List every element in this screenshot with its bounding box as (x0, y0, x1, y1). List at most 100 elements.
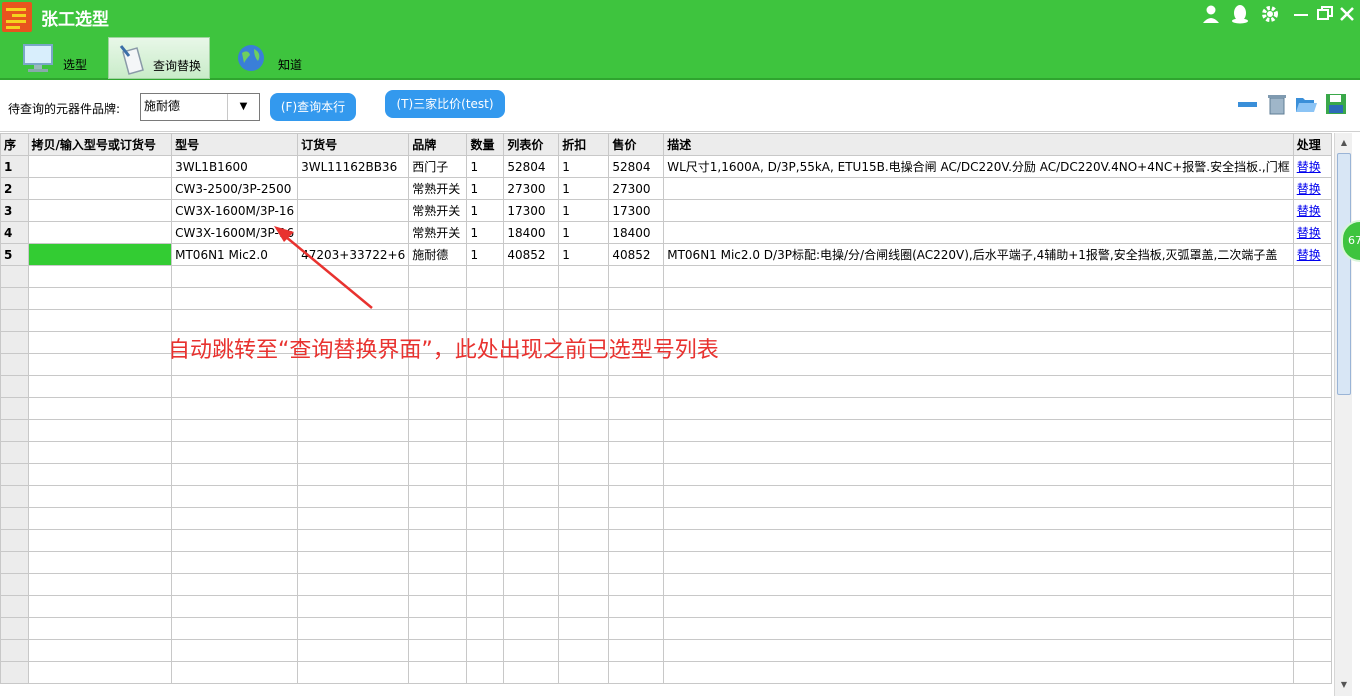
cell-description (663, 617, 1294, 640)
empty-row (0, 507, 1332, 530)
cell-brand (408, 463, 468, 486)
replace-link[interactable]: 替换 (1292, 199, 1332, 222)
cell-input[interactable] (27, 199, 173, 222)
cell-sale-price (608, 375, 665, 398)
col-header-input: 拷贝/输入型号或订货号 (27, 133, 173, 156)
cell-input[interactable] (27, 485, 173, 508)
user-icon[interactable] (1200, 4, 1222, 26)
settings-gear-icon[interactable] (1259, 4, 1281, 26)
cell-action (1292, 397, 1332, 420)
cell-order-no (297, 661, 410, 684)
table-row[interactable]: 4 CW3X-1600M/3P-16 常熟开关 1 18400 1 18400 替换 (0, 221, 1332, 244)
scroll-down-icon[interactable]: ▼ (1336, 677, 1352, 693)
grid-vertical-scrollbar[interactable]: ▲ ▼ (1334, 133, 1352, 696)
cell-input[interactable] (27, 529, 173, 552)
cell-model (171, 639, 299, 662)
cell-input[interactable] (27, 441, 173, 464)
cell-discount: 1 (558, 177, 610, 200)
cell-input[interactable] (27, 309, 173, 332)
col-header-model: 型号 (171, 133, 299, 156)
cell-input[interactable] (27, 243, 173, 266)
cell-qty (466, 419, 505, 442)
close-icon[interactable] (1336, 4, 1358, 26)
empty-row (0, 397, 1332, 420)
table-row[interactable]: 3 CW3X-1600M/3P-16 常熟开关 1 17300 1 17300 替换 (0, 199, 1332, 222)
cell-list-price (503, 551, 560, 574)
cell-qty (466, 507, 505, 530)
cell-model (171, 441, 299, 464)
cell-list-price: 52804 (503, 155, 560, 178)
cell-input[interactable] (27, 375, 173, 398)
cell-description (663, 177, 1294, 200)
minimize-icon[interactable] (1290, 4, 1312, 26)
col-header-order-no: 订货号 (297, 133, 410, 156)
cell-index: 1 (0, 155, 29, 178)
cell-input[interactable] (27, 177, 173, 200)
dropdown-arrow-icon[interactable]: ▼ (227, 94, 259, 120)
tab-selection[interactable]: 选型 (10, 37, 100, 79)
cell-input[interactable] (27, 419, 173, 442)
cell-sale-price: 27300 (608, 177, 665, 200)
tab-query-replace[interactable]: 查询替换 (108, 37, 210, 79)
replace-link[interactable]: 替换 (1292, 155, 1332, 178)
cell-model (171, 309, 299, 332)
cell-description (663, 309, 1294, 332)
cell-discount (558, 639, 610, 662)
tab-knowledge[interactable]: 知道 (222, 37, 318, 79)
qq-penguin-icon[interactable] (1229, 4, 1251, 26)
restore-icon[interactable] (1314, 4, 1336, 26)
cell-input[interactable] (27, 265, 173, 288)
scroll-up-icon[interactable]: ▲ (1336, 135, 1352, 151)
open-folder-icon[interactable] (1294, 92, 1318, 116)
cell-discount: 1 (558, 221, 610, 244)
save-icon[interactable] (1324, 92, 1348, 116)
table-row[interactable]: 1 3WL1B1600 3WL11162BB36 西门子 1 52804 1 52804 WL尺… (0, 155, 1332, 178)
cell-input[interactable] (27, 331, 173, 354)
trash-icon[interactable] (1265, 92, 1289, 116)
cell-index (0, 551, 29, 574)
cell-input[interactable] (27, 463, 173, 486)
cell-input[interactable] (27, 397, 173, 420)
cell-list-price: 40852 (503, 243, 560, 266)
query-row-button[interactable]: (F)查询本行 (270, 93, 356, 121)
cell-input[interactable] (27, 507, 173, 530)
cell-action (1292, 265, 1332, 288)
globe-icon (238, 45, 264, 71)
cell-input[interactable] (27, 661, 173, 684)
table-row[interactable]: 2 CW3-2500/3P-2500 常熟开关 1 27300 1 27300 替换 (0, 177, 1332, 200)
cell-brand: 施耐德 (408, 243, 468, 266)
cell-input[interactable] (27, 155, 173, 178)
cell-order-no (297, 529, 410, 552)
cell-list-price (503, 507, 560, 530)
cell-qty (466, 287, 505, 310)
cell-brand (408, 507, 468, 530)
cell-qty (466, 485, 505, 508)
replace-link[interactable]: 替换 (1292, 177, 1332, 200)
compare-prices-button[interactable]: (T)三家比价(test) (385, 90, 505, 118)
remove-row-icon[interactable] (1236, 92, 1260, 116)
app-title: 张工选型 (41, 10, 109, 30)
cell-model (171, 397, 299, 420)
cell-discount (558, 441, 610, 464)
cell-input[interactable] (27, 595, 173, 618)
brand-select[interactable]: 施耐德 ▼ (140, 93, 260, 121)
cell-input[interactable] (27, 221, 173, 244)
cell-action (1292, 353, 1332, 376)
cell-input[interactable] (27, 617, 173, 640)
cell-description (663, 551, 1294, 574)
cell-input[interactable] (27, 287, 173, 310)
cell-action (1292, 309, 1332, 332)
cell-sale-price (608, 463, 665, 486)
cell-list-price (503, 397, 560, 420)
cell-input[interactable] (27, 353, 173, 376)
cell-discount (558, 463, 610, 486)
cell-input[interactable] (27, 551, 173, 574)
replace-link[interactable]: 替换 (1292, 243, 1332, 266)
cell-input[interactable] (27, 639, 173, 662)
cell-input[interactable] (27, 573, 173, 596)
table-row[interactable]: 5 MT06N1 Mic2.0 47203+33722+6 施耐德 1 40852 1 408… (0, 243, 1332, 266)
cell-list-price (503, 661, 560, 684)
cell-qty: 1 (466, 155, 505, 178)
replace-link[interactable]: 替换 (1292, 221, 1332, 244)
scroll-thumb[interactable] (1337, 153, 1351, 395)
